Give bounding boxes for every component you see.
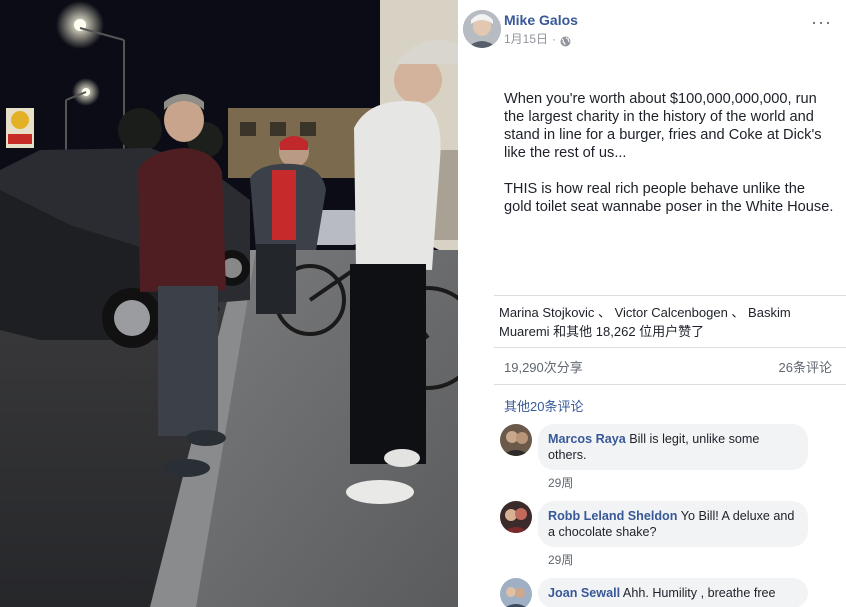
meta-separator: ·	[552, 32, 557, 46]
post-date[interactable]: 1月15日	[504, 30, 548, 48]
view-more-comments-link[interactable]: 其他20条评论	[504, 396, 583, 415]
commenter-name[interactable]: Joan Sewall	[548, 586, 620, 600]
commenter-avatar[interactable]	[500, 578, 532, 607]
post-header: Mike Galos 1月15日 ·	[463, 10, 578, 48]
post-stats: 19,290次分享 26条评论	[504, 357, 832, 376]
divider	[494, 384, 846, 385]
post-panel: Mike Galos 1月15日 · ··· When you're worth…	[458, 0, 846, 607]
comment-bubble: Robb Leland Sheldon Yo Bill! A deluxe an…	[538, 501, 808, 547]
comment-time[interactable]: 29周	[548, 474, 573, 491]
post-body-paragraph: THIS is how real rich people behave unli…	[504, 181, 834, 215]
post-photo[interactable]	[0, 0, 458, 607]
post-body-paragraph: When you're worth about $100,000,000,000…	[504, 91, 822, 161]
commenter-avatar[interactable]	[500, 501, 532, 533]
share-count[interactable]: 19,290次分享	[504, 357, 583, 376]
commenter-avatar[interactable]	[500, 424, 532, 456]
post-body: When you're worth about $100,000,000,000…	[504, 90, 836, 234]
more-options-icon[interactable]: ···	[811, 12, 832, 33]
post-meta: 1月15日 ·	[504, 30, 578, 48]
globe-icon	[560, 34, 571, 46]
author-avatar[interactable]	[463, 10, 501, 48]
divider	[494, 295, 846, 296]
divider	[494, 347, 846, 348]
comment-bubble: Marcos Raya Bill is legit, unlike some o…	[538, 424, 808, 470]
photo-illustration	[0, 0, 458, 607]
reactions-summary[interactable]: Marina Stojkovic 、 Victor Calcenbogen 、 …	[499, 303, 839, 341]
comment-text: Ahh. Humility , breathe free	[622, 586, 776, 600]
comment-count[interactable]: 26条评论	[779, 357, 832, 376]
commenter-name[interactable]: Robb Leland Sheldon	[548, 509, 677, 523]
comment-bubble: Joan Sewall Ahh. Humility , breathe free	[538, 578, 808, 607]
commenter-name[interactable]: Marcos Raya	[548, 432, 626, 446]
comment-time[interactable]: 29周	[548, 551, 573, 568]
author-name[interactable]: Mike Galos	[504, 10, 578, 30]
